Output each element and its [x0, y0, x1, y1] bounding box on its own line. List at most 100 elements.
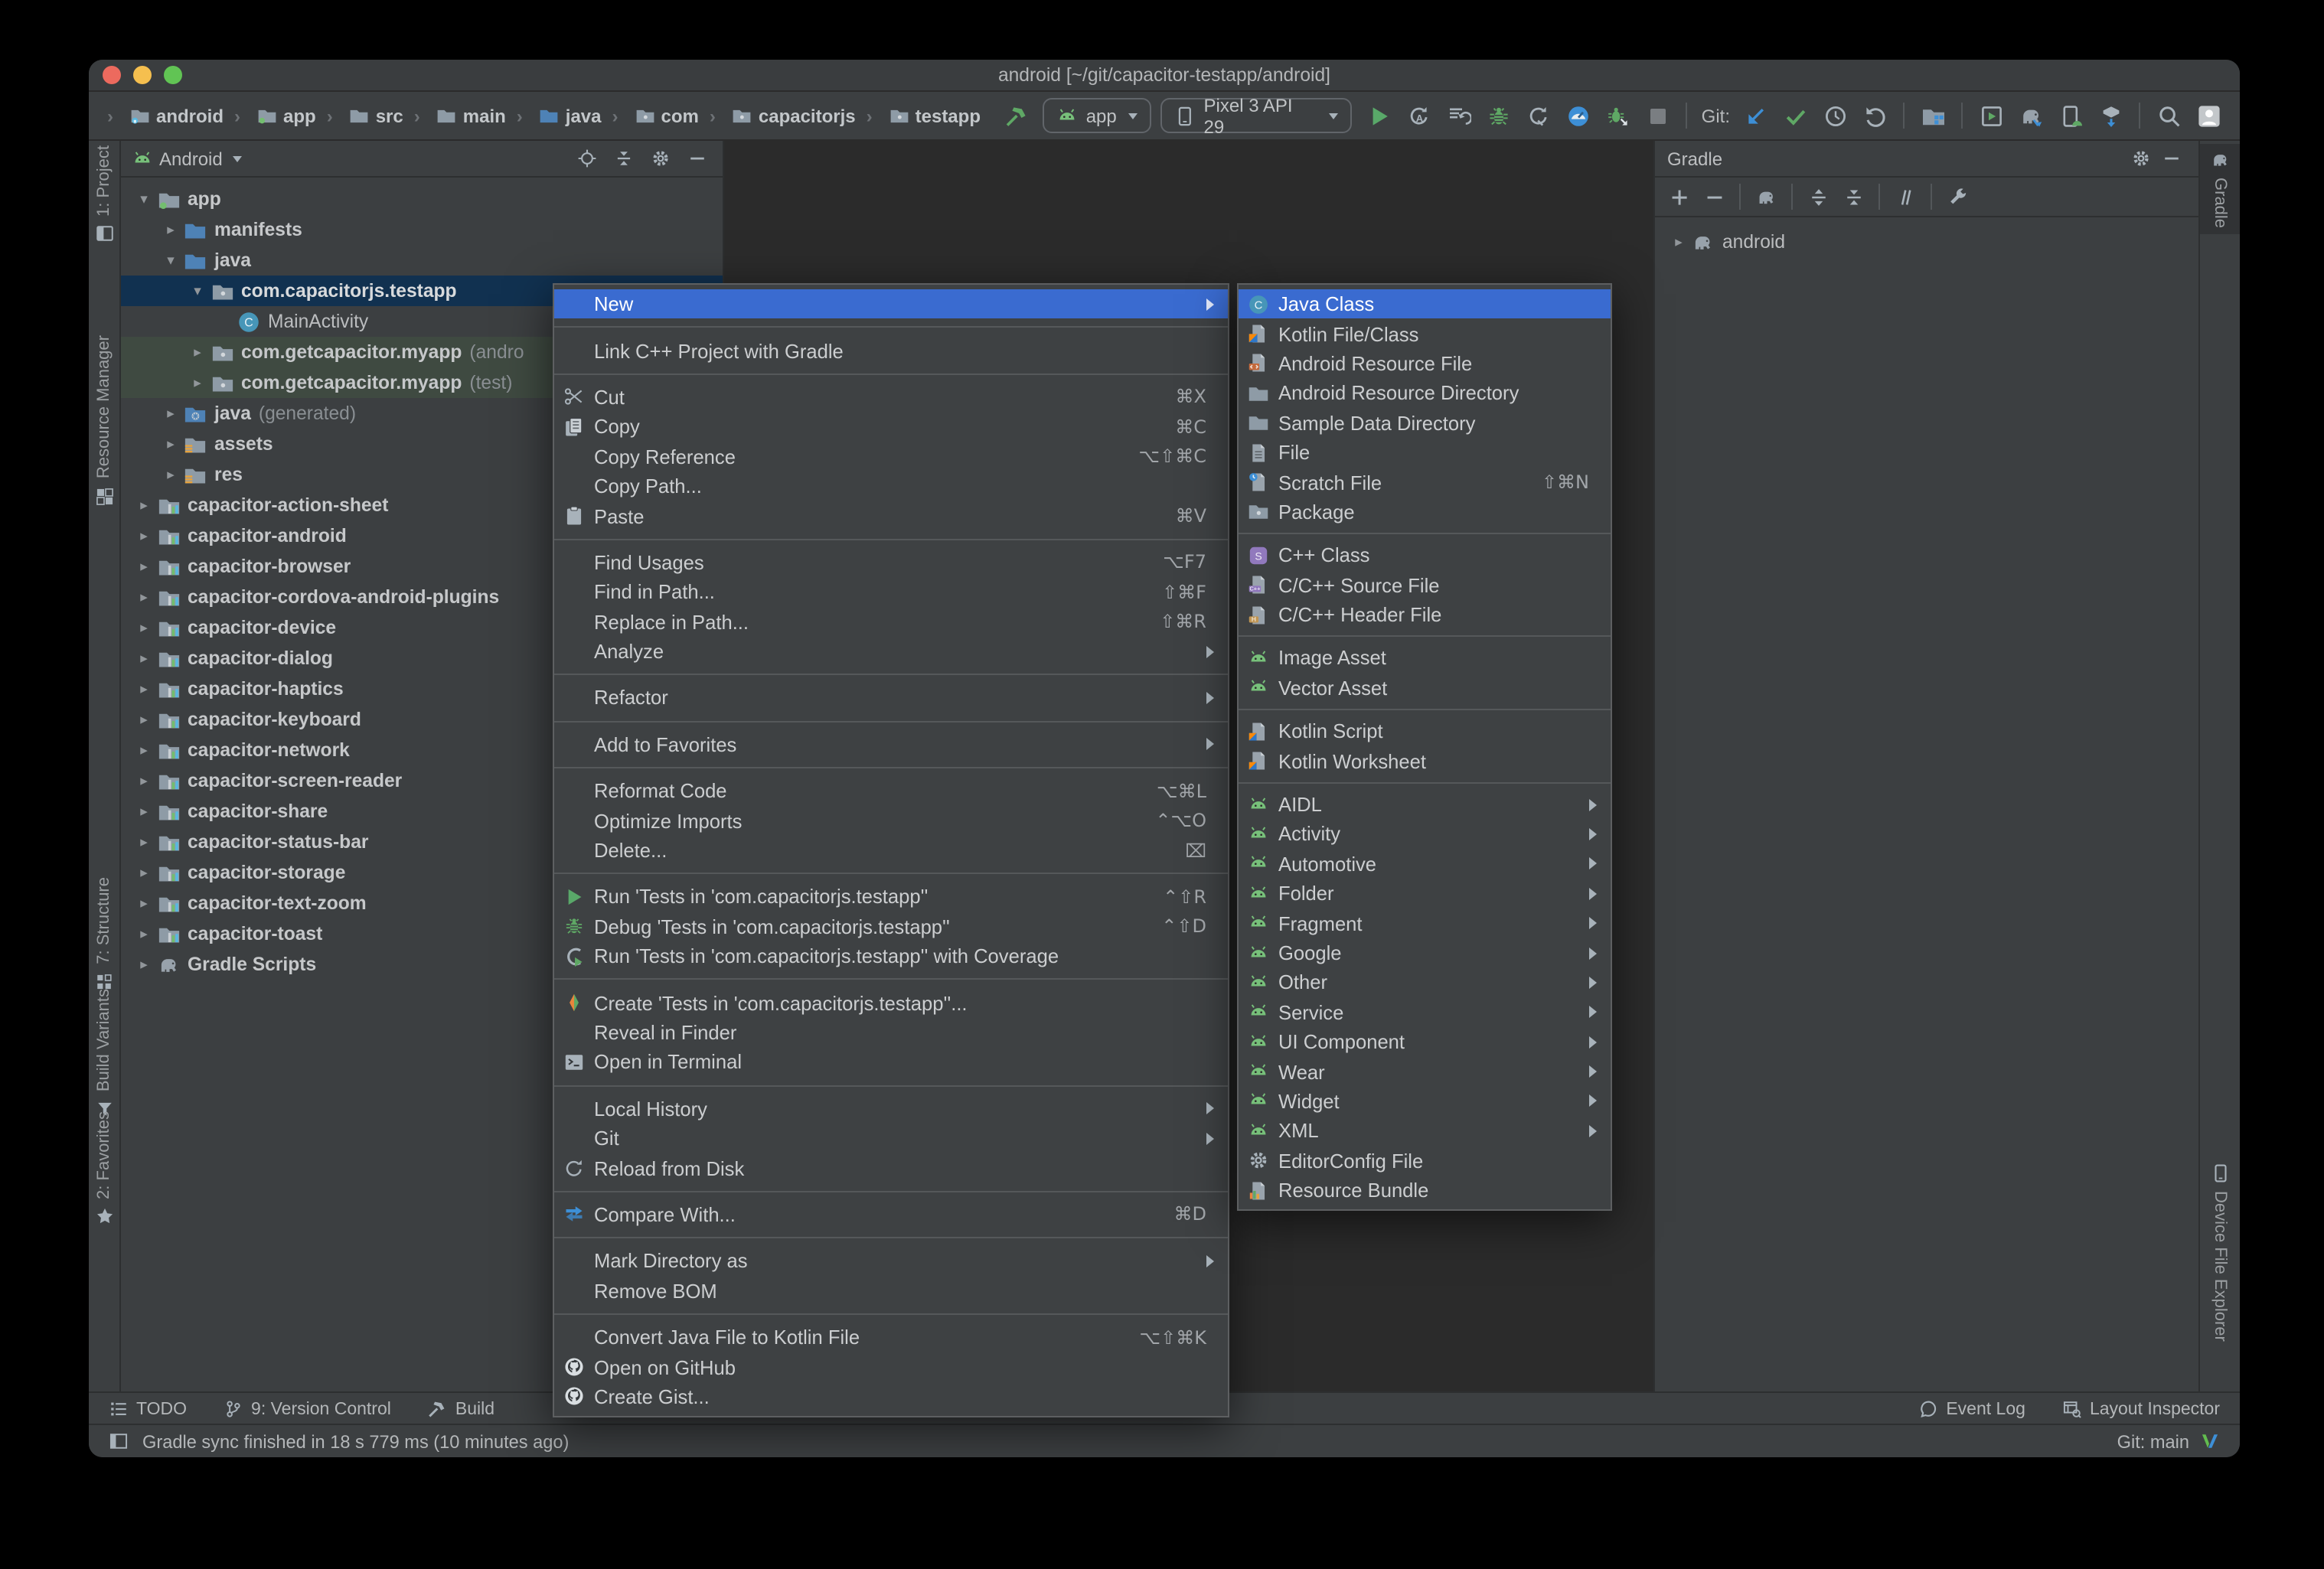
breadcrumb-item[interactable]: testapp — [856, 105, 981, 126]
submenu-item[interactable]: Kotlin File/Class — [1239, 319, 1611, 349]
menu-item[interactable]: Copy Reference ⌥⇧⌘C — [554, 442, 1228, 471]
submenu-item[interactable]: Package — [1239, 497, 1611, 527]
menu-item[interactable]: Replace in Path... ⇧⌘R — [554, 607, 1228, 637]
tool-window-button[interactable]: Build — [428, 1399, 495, 1419]
menu-item[interactable]: Create Gist... — [554, 1381, 1228, 1411]
submenu-item[interactable]: Other — [1239, 967, 1611, 997]
menu-item[interactable]: Run 'Tests in 'com.capacitorjs.testapp''… — [554, 882, 1228, 912]
submenu-item[interactable]: Automotive — [1239, 849, 1611, 879]
submenu-item[interactable]: XML — [1239, 1116, 1611, 1146]
tree-row[interactable]: ▾ java — [121, 245, 723, 276]
menu-item[interactable]: Compare With... ⌘D — [554, 1200, 1228, 1230]
submenu-item[interactable]: Scratch File ⇧⌘N — [1239, 468, 1611, 497]
submenu-item-java-class[interactable]: C Java Class — [1239, 289, 1611, 319]
gradle-settings-gear-button[interactable] — [2125, 143, 2156, 174]
menu-item[interactable]: Find Usages ⌥F7 — [554, 547, 1228, 577]
submenu-item[interactable]: Folder — [1239, 879, 1611, 908]
tree-arrow-icon[interactable]: ▸ — [158, 435, 184, 452]
tree-arrow-icon[interactable]: ▸ — [131, 527, 157, 544]
menu-item[interactable]: Local History — [554, 1094, 1228, 1124]
submenu-item[interactable]: UI Component — [1239, 1027, 1611, 1057]
tree-arrow-icon[interactable]: ▸ — [131, 864, 157, 881]
menu-item[interactable]: Analyze — [554, 637, 1228, 667]
menu-item[interactable]: Link C++ Project with Gradle — [554, 336, 1228, 366]
menu-item[interactable]: Find in Path... ⇧⌘F — [554, 577, 1228, 607]
sdk-manager-button[interactable] — [2093, 97, 2128, 134]
submenu-item[interactable]: Android Resource Directory — [1239, 378, 1611, 408]
menu-item[interactable]: Copy ⌘C — [554, 412, 1228, 442]
build-project-button[interactable] — [999, 97, 1034, 134]
expand-all-button[interactable] — [1802, 181, 1834, 213]
menu-item[interactable]: Open in Terminal — [554, 1047, 1228, 1077]
tree-arrow-icon[interactable]: ▸ — [131, 895, 157, 912]
tree-arrow-icon[interactable]: ▸ — [1666, 233, 1692, 250]
submenu-item[interactable]: Kotlin Worksheet — [1239, 746, 1611, 776]
profile-button[interactable] — [1561, 97, 1596, 134]
menu-item[interactable]: Reformat Code ⌥⌘L — [554, 776, 1228, 806]
hide-panel-button[interactable] — [681, 143, 712, 174]
tree-arrow-icon[interactable]: ▸ — [131, 650, 157, 667]
submenu-item[interactable]: Android Resource File — [1239, 349, 1611, 379]
tree-arrow-icon[interactable]: ▸ — [131, 711, 157, 728]
tree-arrow-icon[interactable]: ▾ — [184, 282, 211, 299]
breadcrumb-item[interactable]: capacitorjs — [699, 105, 856, 126]
device-manager-button[interactable] — [1973, 97, 2009, 134]
submenu-item[interactable]: Widget — [1239, 1087, 1611, 1117]
menu-item[interactable]: Convert Java File to Kotlin File ⌥⇧⌘K — [554, 1323, 1228, 1352]
tree-arrow-icon[interactable]: ▸ — [131, 772, 157, 789]
device-select[interactable]: Pixel 3 API 29 — [1160, 94, 1353, 137]
apply-code-changes-button[interactable] — [1441, 97, 1477, 134]
breadcrumb-item[interactable]: com — [602, 105, 699, 126]
menu-item[interactable]: Debug 'Tests in 'com.capacitorjs.testapp… — [554, 912, 1228, 941]
submenu-item[interactable]: Vector Asset — [1239, 673, 1611, 703]
git-rollback-button[interactable] — [1857, 97, 1892, 134]
tree-arrow-icon[interactable]: ▸ — [131, 803, 157, 820]
menu-item[interactable]: Reload from Disk — [554, 1153, 1228, 1183]
menu-item[interactable]: Git — [554, 1124, 1228, 1153]
run-button[interactable] — [1362, 97, 1397, 134]
submenu-item[interactable]: Fragment — [1239, 908, 1611, 938]
project-view-select[interactable]: Android — [159, 148, 223, 169]
tree-arrow-icon[interactable]: ▸ — [158, 405, 184, 422]
tree-arrow-icon[interactable]: ▸ — [184, 344, 211, 360]
close-window-button[interactable] — [103, 66, 121, 84]
submenu-item[interactable]: File — [1239, 438, 1611, 468]
git-branch-widget[interactable]: Git: main — [2117, 1430, 2189, 1452]
submenu-item[interactable]: S C++ Class — [1239, 540, 1611, 570]
menu-item[interactable]: Reveal in Finder — [554, 1018, 1228, 1048]
submenu-item[interactable]: Activity — [1239, 820, 1611, 850]
apply-changes-restart-button[interactable]: A — [1402, 97, 1437, 134]
submenu-item[interactable]: EditorConfig File — [1239, 1146, 1611, 1176]
tool-window-button[interactable]: Layout Inspector — [2062, 1399, 2220, 1419]
debug-button[interactable] — [1481, 97, 1516, 134]
attach-profiler-button[interactable] — [1521, 97, 1556, 134]
submenu-item[interactable]: Sample Data Directory — [1239, 408, 1611, 438]
tool-window-tab[interactable]: Device File Explorer — [2200, 1163, 2240, 1342]
gradle-refresh-button[interactable] — [1750, 181, 1782, 213]
tree-arrow-icon[interactable]: ▸ — [131, 589, 157, 605]
submenu-item[interactable]: Kotlin Script — [1239, 716, 1611, 746]
git-history-button[interactable] — [1817, 97, 1852, 134]
menu-item[interactable]: Optimize Imports ⌃⌥O — [554, 806, 1228, 836]
zoom-window-button[interactable] — [164, 66, 182, 84]
menu-item[interactable]: Delete... ⌧ — [554, 836, 1228, 866]
tree-row[interactable]: ▾ app — [121, 184, 723, 214]
menu-item[interactable]: Remove BOM — [554, 1276, 1228, 1306]
breadcrumb-item[interactable]: main — [403, 105, 506, 126]
tree-arrow-icon[interactable]: ▸ — [131, 680, 157, 697]
gradle-add-button[interactable] — [1663, 181, 1695, 213]
tree-arrow-icon[interactable]: ▸ — [131, 619, 157, 636]
tree-arrow-icon[interactable]: ▾ — [131, 191, 157, 207]
tool-window-tab[interactable]: Build Variants — [89, 989, 119, 1119]
breadcrumb-item[interactable]: android — [96, 105, 224, 126]
attach-debugger-button[interactable] — [1601, 97, 1636, 134]
submenu-item[interactable]: Resource Bundle — [1239, 1176, 1611, 1205]
menu-item[interactable]: Paste ⌘V — [554, 501, 1228, 531]
project-structure-button[interactable] — [1915, 97, 1950, 134]
tree-arrow-icon[interactable]: ▾ — [158, 252, 184, 269]
breadcrumb-item[interactable]: java — [506, 105, 602, 126]
gradle-sync-button[interactable] — [2013, 97, 2048, 134]
avd-manager-button[interactable] — [2053, 97, 2088, 134]
breadcrumb-item[interactable]: app — [224, 105, 316, 126]
search-everywhere-button[interactable] — [2151, 97, 2186, 134]
